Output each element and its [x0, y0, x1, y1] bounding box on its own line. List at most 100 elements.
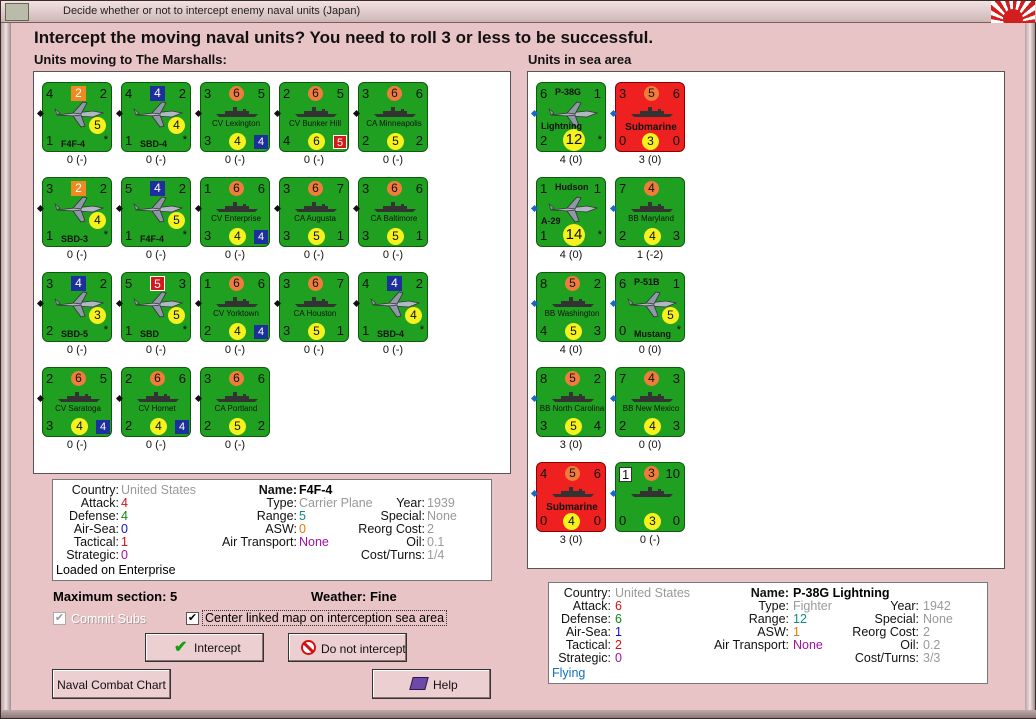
ship-silhouette-icon [294, 295, 338, 307]
counter-badge: 5 [565, 466, 580, 481]
naval-combat-chart-button[interactable]: Naval Combat Chart [52, 669, 171, 699]
weather-text: Weather: Fine [311, 589, 397, 604]
unit-counter[interactable]: 5 2 1 * 4 5 F4F-4 0 (-) [115, 177, 191, 267]
unit-status: 0 (-) [303, 249, 325, 261]
ship-counter[interactable]: Submarine 4 6 0 0 5 4 [530, 462, 606, 532]
unit-counter[interactable]: Submarine 3 6 0 0 5 3 3 (0) [609, 82, 685, 172]
plane-counter[interactable]: 3 2 1 * 2 4 SBD-3 [36, 177, 112, 247]
ship-counter[interactable]: CV Saratoga 2 5 3 6 4 4 [36, 367, 112, 437]
counter-value-tl: 4 [125, 86, 133, 101]
unit-counter[interactable]: CV Bunker Hill 2 5 4 6 6 5 0 (-) [273, 82, 349, 172]
selected-unit-info: Country: United States Attack: 4 Defense… [52, 479, 492, 581]
unit-name: CV Hornet [138, 404, 176, 413]
ship-counter[interactable]: CA Augusta 3 7 3 1 6 5 [273, 177, 349, 247]
unit-status: 0 (-) [66, 249, 88, 261]
unit-label: SBD-4 [140, 139, 168, 149]
stack-marker-icon [115, 109, 124, 118]
plane-counter[interactable]: 4 2 1 * 2 5 F4F-4 [36, 82, 112, 152]
unit-counter[interactable]: CV Saratoga 2 5 3 6 4 4 0 (-) [36, 367, 112, 457]
counter-box: 4 [96, 420, 110, 434]
commit-subs-checkbox[interactable]: ✔ [53, 612, 66, 625]
plane-counter[interactable]: 6 1 0 * P-51B 5 Mustang [609, 272, 685, 342]
unit-counter[interactable]: CA Portland 3 6 2 2 6 5 0 (-) [194, 367, 270, 457]
unit-counter[interactable]: CV Enterprise 1 6 3 6 4 4 0 (-) [194, 177, 270, 267]
ship-counter[interactable]: BB Maryland 7 2 3 4 4 [609, 177, 685, 247]
sea-unit-info: Country: United States Attack: 6 Defense… [548, 582, 988, 684]
unit-counter[interactable]: 3 2 1 * 2 4 SBD-3 0 (-) [36, 177, 112, 267]
unit-counter[interactable]: CA Minneapolis 3 6 2 2 6 5 0 (-) [352, 82, 428, 172]
unit-counter[interactable]: 4 2 1 * 4 4 SBD-4 0 (-) [115, 82, 191, 172]
counter-value-tr: 5 [99, 371, 107, 386]
ship-counter[interactable]: CA Baltimore 3 6 3 1 6 5 [352, 177, 428, 247]
center-map-label[interactable]: Center linked map on interception sea ar… [202, 610, 448, 626]
unit-counter[interactable]: 4 2 1 * 4 4 SBD-4 0 (-) [352, 272, 428, 362]
counter-value-tr: 1 [672, 276, 680, 291]
plane-counter[interactable]: 5 2 1 * 4 5 F4F-4 [115, 177, 191, 247]
plane-counter[interactable]: 4 2 1 * 4 4 SBD-4 [352, 272, 428, 342]
plane-counter[interactable]: 5 3 1 * 5 5 SBD [115, 272, 191, 342]
title-bar[interactable]: Decide whether or not to intercept enemy… [1, 1, 1036, 23]
unit-counter[interactable]: 6 1 0 * P-51B 5 Mustang 0 (0) [609, 272, 685, 362]
stack-marker-icon [194, 204, 203, 213]
unit-counter[interactable]: BB New Mexico 7 3 2 3 4 4 0 (0) [609, 367, 685, 457]
ship-counter[interactable]: CA Minneapolis 3 6 2 2 6 5 [352, 82, 428, 152]
unit-counter[interactable]: CV Yorktown 1 6 2 6 4 4 0 (-) [194, 272, 270, 362]
unit-counter[interactable]: Submarine 4 6 0 0 5 4 3 (0) [530, 462, 606, 552]
ship-counter[interactable]: BB Washington 8 2 4 3 5 5 [530, 272, 606, 342]
unit-name: BB Maryland [628, 214, 674, 223]
unit-counter[interactable]: 3 2 2 * 4 3 SBD-5 0 (-) [36, 272, 112, 362]
unit-counter[interactable]: CV Lexington 3 5 3 6 4 4 0 (-) [194, 82, 270, 172]
center-map-checkbox[interactable]: ✔ [186, 612, 199, 625]
ship-counter[interactable]: CV Yorktown 1 6 2 6 4 4 [194, 272, 270, 342]
stack-marker-icon [609, 299, 618, 308]
unit-counter[interactable]: CA Augusta 3 7 3 1 6 5 0 (-) [273, 177, 349, 267]
ship-counter[interactable]: 1 10 0 0 3 3 [609, 462, 685, 532]
help-button[interactable]: Help [372, 669, 491, 699]
unit-name: CV Enterprise [211, 214, 261, 223]
ship-counter[interactable]: CV Hornet 2 6 2 6 4 4 [115, 367, 191, 437]
counter-value-bl: 2 [619, 418, 627, 433]
unit-counter[interactable]: BB North Carolina 8 2 3 4 5 5 3 (0) [530, 367, 606, 457]
unit-label: SBD-3 [61, 234, 89, 244]
factor-circle: 5 [308, 323, 325, 340]
unit-status: 0 (0) [638, 344, 662, 356]
counter-value-tl: 3 [204, 86, 212, 101]
ship-counter[interactable]: CA Houston 3 7 3 1 6 5 [273, 272, 349, 342]
plane-counter[interactable]: 4 2 1 * 4 4 SBD-4 [115, 82, 191, 152]
counter-value-tl: 3 [362, 86, 370, 101]
unit-counter[interactable]: BB Maryland 7 2 3 4 4 1 (-2) [609, 177, 685, 267]
ship-counter[interactable]: CA Portland 3 6 2 2 6 5 [194, 367, 270, 437]
intercept-button[interactable]: ✔ Intercept [145, 633, 264, 662]
ship-counter[interactable]: CV Enterprise 1 6 3 6 4 4 [194, 177, 270, 247]
unit-counter[interactable]: 4 2 1 * 2 5 F4F-4 0 (-) [36, 82, 112, 172]
ship-counter[interactable]: CV Lexington 3 5 3 6 4 4 [194, 82, 270, 152]
ship-counter[interactable]: BB New Mexico 7 3 2 3 4 4 [609, 367, 685, 437]
help-label: Help [433, 678, 458, 692]
counter-value-tr: 2 [178, 181, 186, 196]
unit-counter[interactable]: 6 1 2 * P-38G 12 Lightning 4 (0) [530, 82, 606, 172]
plane-counter[interactable]: 1 1 1 * Hudson 14 A-29 [530, 177, 606, 247]
counter-value-tl: 7 [619, 371, 627, 386]
counter-value-tr: 2 [99, 86, 107, 101]
unit-counter[interactable]: CV Hornet 2 6 2 6 4 4 0 (-) [115, 367, 191, 457]
counter-value-br: 1 [336, 228, 344, 243]
commit-subs-label: Commit Subs [71, 612, 147, 626]
plane-counter[interactable]: 3 2 2 * 4 3 SBD-5 [36, 272, 112, 342]
ship-counter[interactable]: CV Bunker Hill 2 5 4 6 6 5 [273, 82, 349, 152]
unit-counter[interactable]: BB Washington 8 2 4 3 5 5 4 (0) [530, 272, 606, 362]
unit-counter[interactable]: CA Houston 3 7 3 1 6 5 0 (-) [273, 272, 349, 362]
stack-marker-icon [194, 109, 203, 118]
do-not-intercept-button[interactable]: Do not intercept [288, 633, 407, 662]
unit-counter[interactable]: 1 1 1 * Hudson 14 A-29 4 (0) [530, 177, 606, 267]
counter-badge: 4 [644, 181, 659, 196]
flying-text: Flying [552, 666, 586, 680]
unit-counter[interactable]: 5 3 1 * 5 5 SBD 0 (-) [115, 272, 191, 362]
stack-marker-icon [194, 394, 203, 403]
unit-counter[interactable]: CA Baltimore 3 6 3 1 6 5 0 (-) [352, 177, 428, 267]
ship-counter[interactable]: Submarine 3 6 0 0 5 3 [609, 82, 685, 152]
plane-counter[interactable]: 6 1 2 * P-38G 12 Lightning [530, 82, 606, 152]
unit-counter[interactable]: 1 10 0 0 3 3 0 (-) [609, 462, 685, 552]
ship-counter[interactable]: BB North Carolina 8 2 3 4 5 5 [530, 367, 606, 437]
counter-value-br: 0 [593, 513, 601, 528]
factor-circle: 5 [168, 307, 185, 324]
